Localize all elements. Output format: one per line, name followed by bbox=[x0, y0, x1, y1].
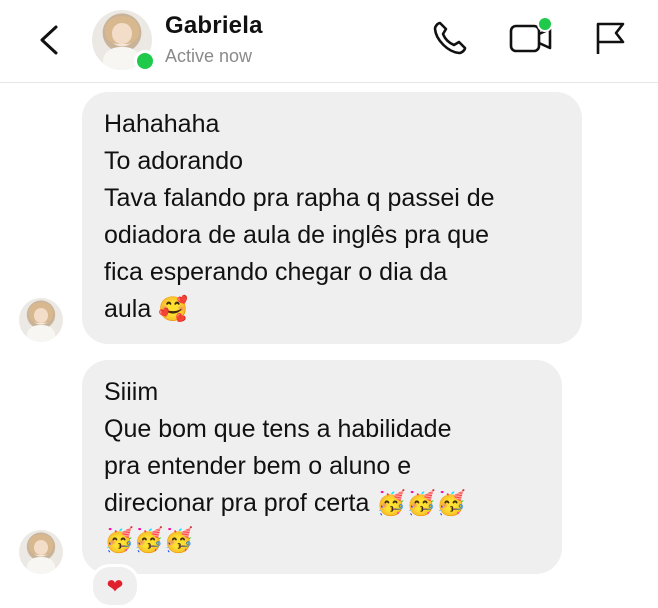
message-line: fica esperando chegar o dia da bbox=[104, 258, 448, 286]
phone-icon[interactable] bbox=[430, 18, 470, 58]
contact-name[interactable]: Gabriela bbox=[165, 12, 263, 40]
heart-icon: ❤ bbox=[106, 575, 124, 598]
sender-avatar[interactable] bbox=[19, 530, 63, 574]
message-line: direcionar pra prof certa bbox=[104, 489, 370, 517]
flag-icon[interactable] bbox=[590, 18, 630, 58]
smiling-hearts-emoji: 🥰 bbox=[158, 296, 189, 323]
message-line: pra entender bem o aluno e bbox=[104, 452, 412, 480]
message-line: To adorando bbox=[104, 147, 244, 175]
back-icon[interactable] bbox=[36, 24, 62, 56]
message-bubble[interactable]: Hahahaha To adorando Tava falando pra ra… bbox=[82, 92, 582, 344]
message-line: aula bbox=[104, 295, 152, 323]
party-face-emoji: 🥳🥳🥳 bbox=[376, 490, 467, 517]
message-line: odiadora de aula de inglês pra que bbox=[104, 221, 490, 249]
message-line: Hahahaha bbox=[104, 110, 220, 138]
message-line: Que bom que tens a habilidade bbox=[104, 415, 452, 443]
video-active-dot bbox=[537, 16, 553, 32]
sender-avatar[interactable] bbox=[19, 298, 63, 342]
party-face-emoji: 🥳🥳🥳 bbox=[104, 527, 194, 554]
chat-header: Gabriela Active now bbox=[0, 0, 658, 83]
active-status: Active now bbox=[165, 46, 253, 66]
message-line: Tava falando pra rapha q passei de bbox=[104, 184, 495, 212]
heart-reaction[interactable]: ❤ bbox=[90, 564, 140, 608]
message-line: Siiim bbox=[104, 378, 159, 406]
message-bubble[interactable]: Siiim Que bom que tens a habilidade pra … bbox=[82, 360, 562, 574]
online-status-dot bbox=[134, 50, 156, 72]
